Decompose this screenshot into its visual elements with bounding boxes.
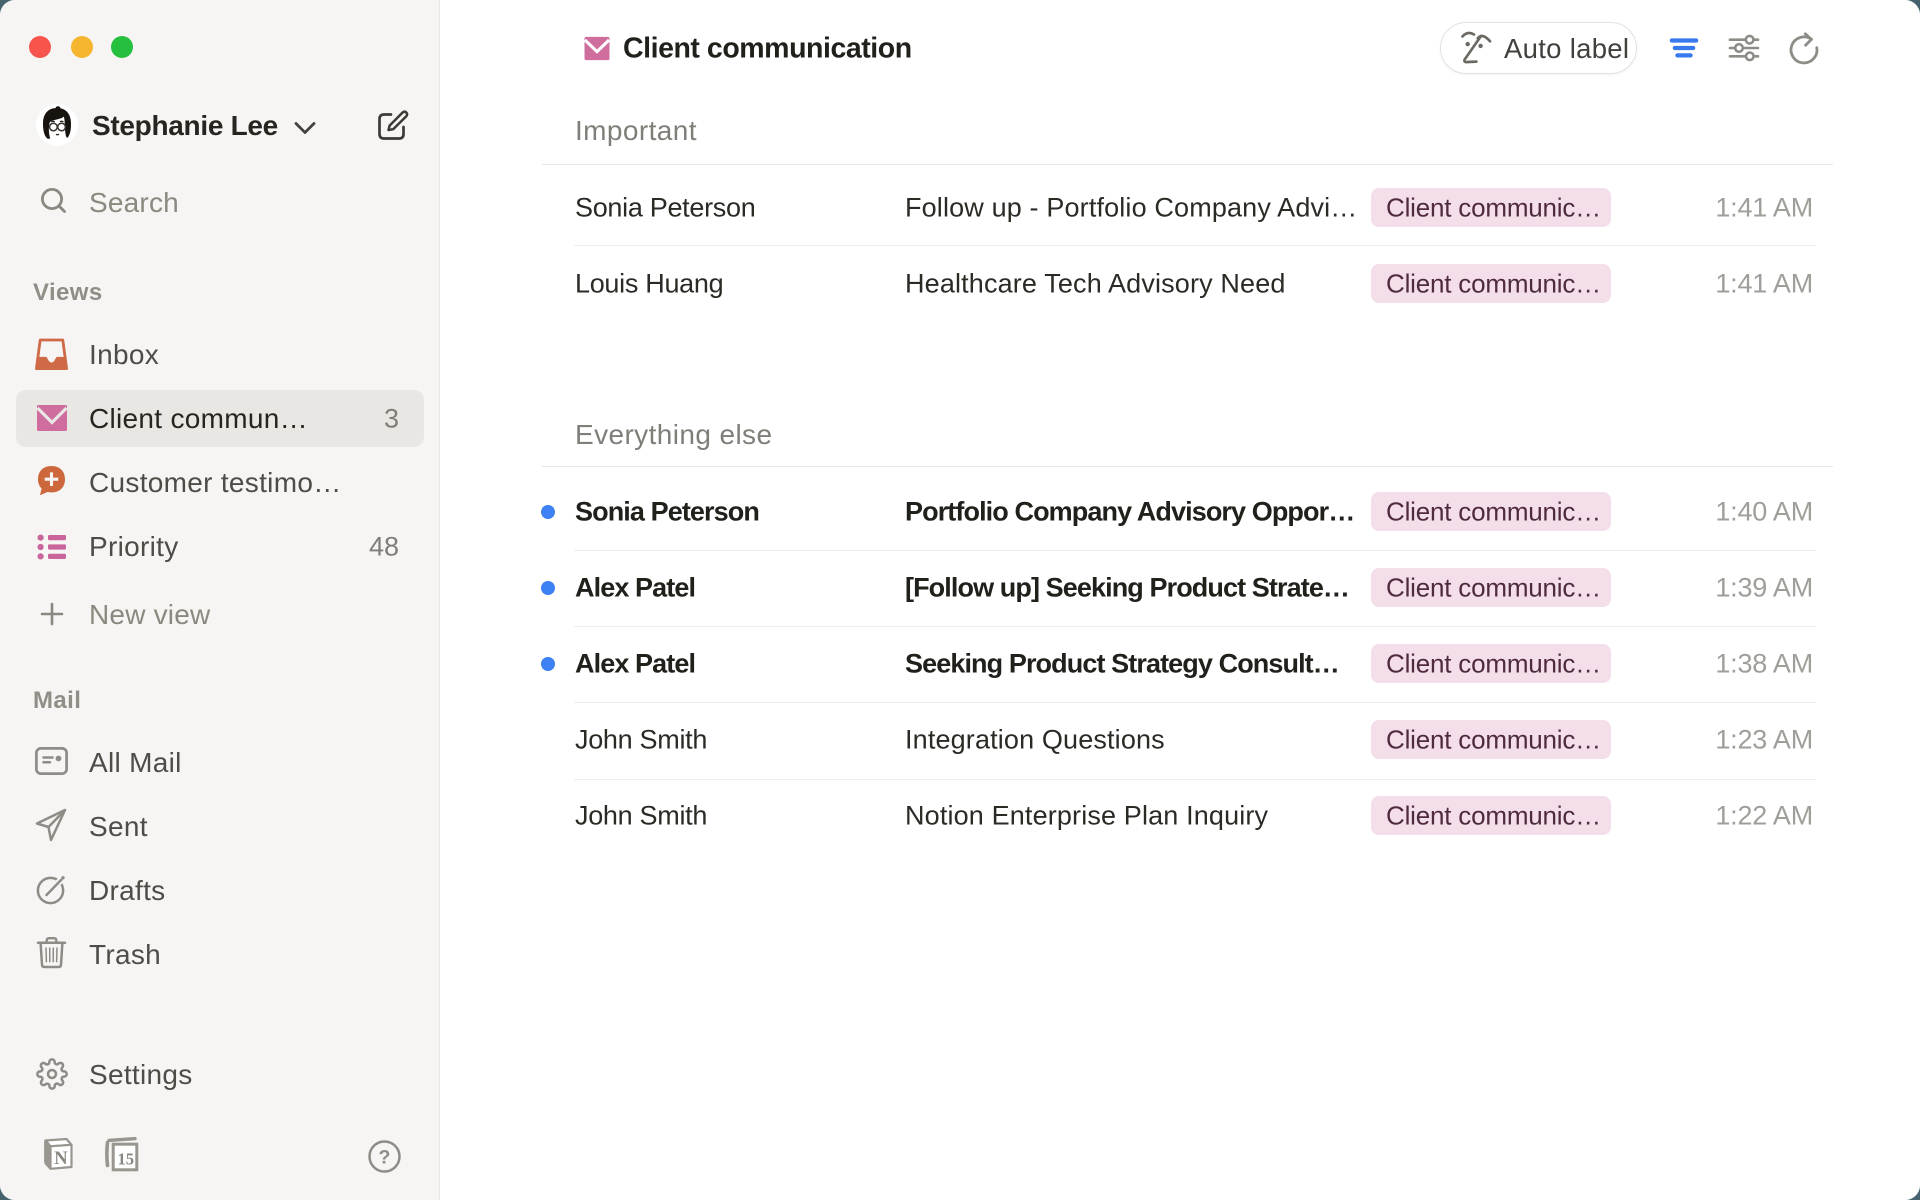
svg-text:?: ? [379,1147,391,1169]
svg-text:N: N [54,1149,68,1169]
svg-text:15: 15 [118,1150,135,1169]
